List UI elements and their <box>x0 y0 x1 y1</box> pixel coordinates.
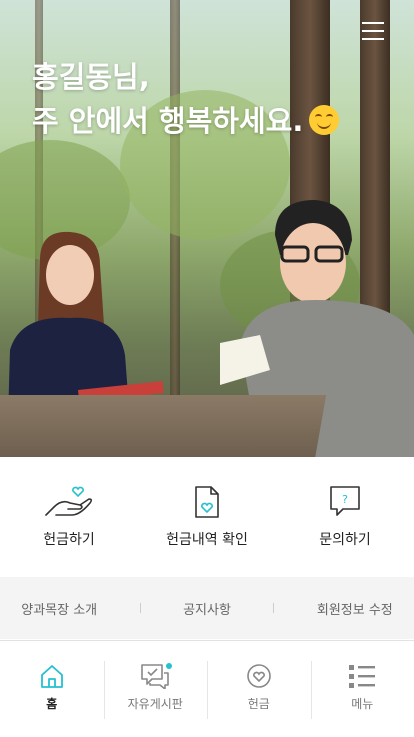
tab-menu[interactable]: 메뉴 <box>311 641 414 737</box>
info-links: 양과목장 소개 공지사항 회원정보 수정 <box>0 577 414 639</box>
donate-label: 헌금하기 <box>0 529 138 549</box>
tab-donation-label: 헌금 <box>207 695 311 712</box>
link-notices[interactable]: 공지사항 <box>183 599 231 618</box>
new-post-badge <box>166 663 172 669</box>
quick-actions: 헌금하기 헌금내역 확인 ? 문의하기 <box>0 457 414 577</box>
donation-history-label: 헌금내역 확인 <box>138 529 276 549</box>
tab-board-label: 자유게시판 <box>104 695 208 712</box>
link-edit-profile[interactable]: 회원정보 수정 <box>317 599 393 618</box>
document-heart-icon <box>194 485 220 519</box>
divider <box>273 603 274 613</box>
hamburger-menu-button[interactable] <box>362 22 384 42</box>
question-bubble-icon: ? <box>329 485 361 519</box>
tab-home-label: 홈 <box>0 695 104 712</box>
tab-board[interactable]: 자유게시판 <box>104 641 208 737</box>
tab-menu-label: 메뉴 <box>311 695 414 712</box>
home-icon <box>39 663 65 689</box>
wooden-table <box>0 395 326 457</box>
tab-home[interactable]: 홈 <box>0 641 104 737</box>
inquiry-button[interactable]: ? 문의하기 <box>276 457 414 577</box>
heart-circle-icon <box>246 663 272 689</box>
inquiry-label: 문의하기 <box>276 529 414 549</box>
list-icon <box>348 663 376 689</box>
tab-donation[interactable]: 헌금 <box>207 641 311 737</box>
greeting-line-2: 주 안에서 행복하세요. <box>32 104 303 138</box>
hero-banner: 홍길동님, 주 안에서 행복하세요. <box>0 0 414 457</box>
greeting-line-1: 홍길동님, <box>32 55 339 99</box>
greeting: 홍길동님, 주 안에서 행복하세요. <box>32 55 339 143</box>
svg-text:?: ? <box>342 493 348 506</box>
hand-heart-icon <box>44 485 94 519</box>
donate-button[interactable]: 헌금하기 <box>0 457 138 577</box>
smiley-emoji-icon <box>309 105 339 135</box>
bottom-tab-bar: 홈 자유게시판 헌금 메뉴 <box>0 640 414 737</box>
divider <box>140 603 141 613</box>
donation-history-button[interactable]: 헌금내역 확인 <box>138 457 276 577</box>
link-intro[interactable]: 양과목장 소개 <box>21 599 97 618</box>
